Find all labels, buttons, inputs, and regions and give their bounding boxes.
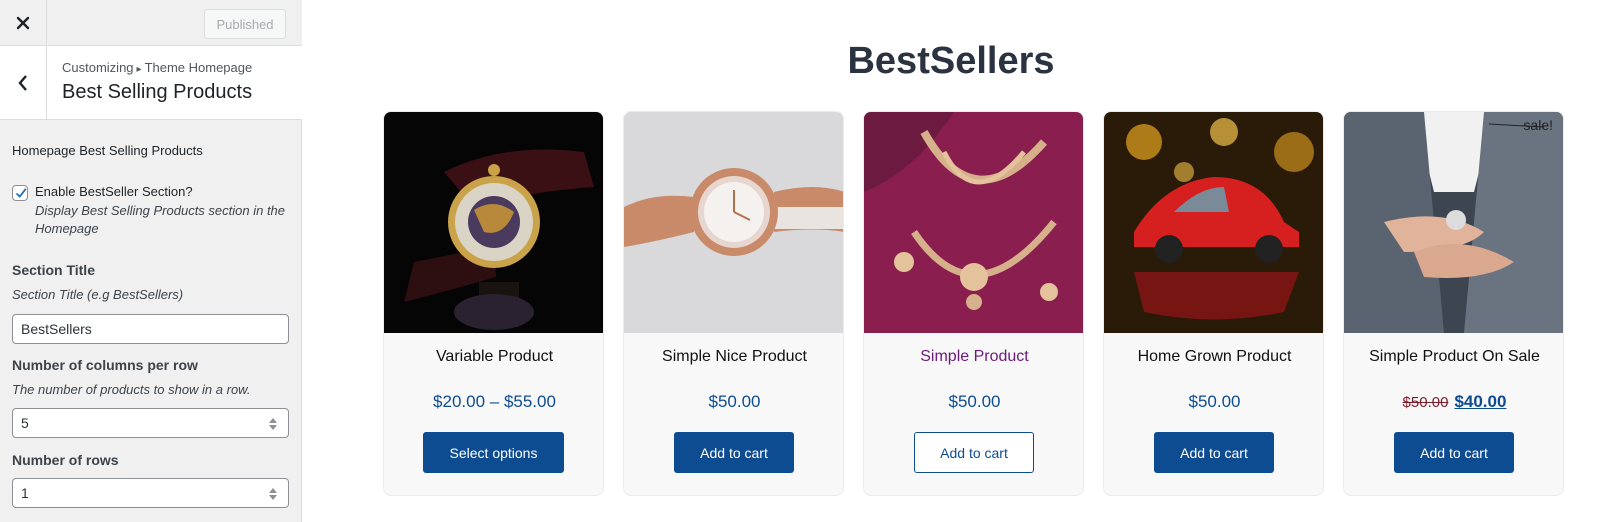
bestsellers-heading: BestSellers: [847, 40, 1055, 82]
add-to-cart-button[interactable]: Add to cart: [1394, 432, 1514, 473]
section-title-input[interactable]: BestSellers: [12, 314, 289, 344]
sale-badge: sale!: [1523, 117, 1553, 133]
product-title[interactable]: Simple Nice Product: [624, 348, 843, 366]
rows-field-label: Number of rows: [12, 452, 119, 468]
product-image[interactable]: [1104, 112, 1323, 333]
spinner-down-icon[interactable]: [269, 495, 277, 500]
section-header: Customizing ▸ Theme Homepage Best Selling …: [0, 46, 302, 120]
checkmark-icon: [15, 188, 27, 198]
rows-spinner[interactable]: [266, 485, 280, 503]
spinner-up-icon[interactable]: [269, 488, 277, 493]
breadcrumb-separator: ▸: [136, 64, 142, 75]
section-title-field-description: Section Title (e.g BestSellers): [12, 287, 184, 302]
product-price: $20.00 – $55.00: [433, 392, 556, 411]
publish-button[interactable]: Published: [204, 9, 286, 39]
product-card: Home Grown Product $50.00 Add to cart: [1103, 111, 1324, 496]
sale-price: $40.00: [1454, 392, 1507, 411]
site-preview: BestSellers Variable Product $20.00 – $5…: [303, 0, 1599, 522]
close-customizer-button[interactable]: [0, 0, 47, 46]
product-image[interactable]: [1344, 112, 1563, 333]
product-card: sale! Simple Product On Sale $50.00 $40.0…: [1343, 111, 1564, 496]
select-options-button[interactable]: Select options: [423, 432, 564, 473]
product-image[interactable]: [624, 112, 843, 333]
product-card: Simple Nice Product $50.00 Add to cart: [623, 111, 844, 496]
enable-bestseller-label[interactable]: Enable BestSeller Section?: [35, 184, 193, 199]
breadcrumb-parent: Theme Homepage: [144, 60, 253, 75]
panel-label: Homepage Best Selling Products: [12, 143, 203, 158]
enable-bestseller-checkbox[interactable]: [12, 185, 28, 201]
columns-field-label: Number of columns per row: [12, 357, 198, 373]
breadcrumb-root: Customizing: [62, 60, 134, 75]
rose-gold-watch-icon: [624, 112, 843, 333]
enable-bestseller-description: Display Best Selling Products section in…: [35, 203, 286, 236]
suit-wristwatch-icon: [1344, 112, 1563, 333]
close-icon: [16, 16, 30, 30]
pocket-watch-icon: [384, 112, 603, 333]
product-price: $50.00: [708, 392, 761, 411]
product-price: $50.00: [1188, 392, 1241, 411]
spinner-down-icon[interactable]: [269, 425, 277, 430]
customizer-header: Published: [0, 0, 302, 46]
chevron-left-icon: [18, 75, 27, 91]
regular-price: $50.00: [1402, 394, 1449, 411]
product-card: Variable Product $20.00 – $55.00 Select …: [383, 111, 604, 496]
section-title: Best Selling Products: [62, 81, 253, 103]
columns-input-value: 5: [21, 415, 29, 431]
product-title[interactable]: Variable Product: [384, 348, 603, 366]
spinner-up-icon[interactable]: [269, 418, 277, 423]
product-title[interactable]: Home Grown Product: [1104, 348, 1323, 366]
product-image[interactable]: [384, 112, 603, 333]
columns-number-input[interactable]: 5: [12, 408, 289, 438]
columns-field-description: The number of products to show in a row.: [12, 382, 251, 397]
rows-input-value: 1: [21, 485, 29, 501]
add-to-cart-button[interactable]: Add to cart: [674, 432, 794, 473]
add-to-cart-button[interactable]: Add to cart: [1154, 432, 1274, 473]
product-title[interactable]: Simple Product: [864, 348, 1083, 366]
product-title[interactable]: Simple Product On Sale: [1344, 348, 1563, 366]
product-price: $50.00 $40.00: [1344, 392, 1563, 412]
product-card: Simple Product $50.00 Add to cart: [863, 111, 1084, 496]
section-title-input-value: BestSellers: [21, 321, 92, 337]
gold-necklace-icon: [864, 112, 1083, 333]
rows-number-input[interactable]: 1: [12, 478, 289, 508]
add-to-cart-button[interactable]: Add to cart: [914, 432, 1034, 473]
section-title-field-label: Section Title: [12, 262, 95, 278]
back-button[interactable]: [0, 46, 47, 120]
product-price: $50.00: [948, 392, 1001, 411]
red-toy-car-icon: [1104, 112, 1323, 333]
customizer-sidebar: Published Customizing ▸ Theme Homepage Bes…: [0, 0, 302, 522]
breadcrumb: Customizing ▸ Theme Homepage: [62, 60, 252, 75]
product-image[interactable]: [864, 112, 1083, 333]
columns-spinner[interactable]: [266, 415, 280, 433]
